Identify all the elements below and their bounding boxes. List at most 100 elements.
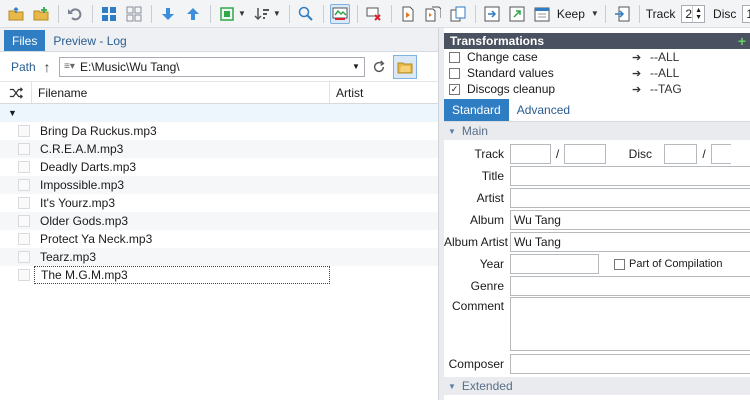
artist-row: Artist (444, 187, 750, 209)
tab-advanced[interactable]: Advanced (509, 99, 578, 121)
transformation-row[interactable]: Standard values ➔ --ALL (444, 65, 750, 81)
frame-dropdown-caret-icon[interactable]: ▼ (238, 9, 246, 18)
tag-panel: Transformations + Change case ➔ --ALL St… (444, 33, 750, 400)
filename-cell[interactable]: Deadly Darts.mp3 (34, 160, 330, 174)
artist-input[interactable] (510, 188, 750, 208)
filename-cell[interactable]: Tearz.mp3 (34, 250, 330, 264)
transformation-row[interactable]: ✓ Discogs cleanup ➔ --TAG (444, 81, 750, 97)
section-main-header[interactable]: ▼ Main (444, 122, 750, 140)
compilation-label: Part of Compilation (629, 258, 723, 270)
disc-number-input[interactable] (664, 144, 697, 164)
comment-textarea[interactable] (510, 297, 750, 351)
sort-dropdown-caret-icon[interactable]: ▼ (273, 9, 281, 18)
composer-input[interactable] (510, 354, 750, 374)
sort-icon[interactable] (252, 4, 272, 24)
album-artist-input[interactable]: Wu Tang (510, 232, 750, 252)
filename-cell[interactable]: It's Yourz.mp3 (34, 196, 330, 210)
arrow-down-icon[interactable] (158, 4, 178, 24)
triangle-down-icon[interactable]: ▼ (448, 127, 456, 136)
transformation-checkbox[interactable] (449, 67, 460, 79)
table-row[interactable]: C.R.E.A.M.mp3 (0, 140, 438, 158)
filename-cell[interactable]: Older Gods.mp3 (34, 214, 330, 228)
filename-cell[interactable]: Protect Ya Neck.mp3 (34, 232, 330, 246)
compilation-checkbox[interactable] (614, 258, 625, 270)
add-transformation-icon[interactable]: + (738, 33, 746, 49)
calendar-icon[interactable] (532, 4, 552, 24)
import-icon[interactable] (482, 4, 502, 24)
column-header-filename[interactable]: Filename (32, 82, 330, 103)
disc-total-input[interactable] (711, 144, 731, 164)
transformation-checkbox-checked[interactable]: ✓ (449, 83, 460, 95)
transformation-target: --TAG (650, 82, 682, 96)
album-input[interactable]: Wu Tang (510, 210, 750, 230)
shuffle-icon[interactable] (0, 82, 32, 103)
path-history-icon[interactable]: ≡▾ (64, 61, 80, 72)
convert-tag-icon[interactable] (423, 4, 443, 24)
year-row: Year Part of Compilation (444, 253, 750, 275)
toolbar-separator (356, 4, 358, 23)
table-row[interactable]: Impossible.mp3 (0, 176, 438, 194)
tab-preview-log[interactable]: Preview - Log (45, 30, 134, 51)
year-input[interactable] (510, 254, 599, 274)
disc-stepper[interactable]: 1 (742, 4, 750, 23)
path-input[interactable]: ≡▾ E:\Music\Wu Tang\ ▼ (59, 56, 365, 77)
stepper-arrows-icon[interactable]: ▲ ▼ (692, 5, 704, 22)
file-icon (0, 269, 34, 281)
disc-stepper-value[interactable]: 1 (743, 7, 750, 21)
triangle-down-icon[interactable]: ▼ (8, 108, 17, 118)
composer-label: Composer (448, 357, 504, 371)
genre-input[interactable] (510, 276, 750, 296)
add-folder-icon[interactable] (31, 4, 51, 24)
arrow-up-icon[interactable]: ↑ (39, 59, 55, 75)
filename-cell[interactable]: Impossible.mp3 (34, 178, 330, 192)
chevron-down-icon[interactable]: ▼ (348, 62, 364, 71)
filename-cell[interactable]: The M.G.M.mp3 (34, 266, 330, 284)
track-total-input[interactable] (564, 144, 606, 164)
remove-tag-icon[interactable] (364, 4, 384, 24)
tag-sources-icon[interactable] (329, 3, 350, 24)
transformation-name: Change case (467, 50, 538, 64)
filename-cell[interactable]: C.R.E.A.M.mp3 (34, 142, 330, 156)
section-extended-header[interactable]: ▼ Extended (444, 377, 750, 395)
open-folder-icon[interactable] (6, 4, 26, 24)
track-stepper-value[interactable]: 2 (682, 7, 692, 21)
convert-file-icon[interactable] (398, 4, 418, 24)
triangle-down-icon[interactable]: ▼ (448, 382, 456, 391)
table-row[interactable]: It's Yourz.mp3 (0, 194, 438, 212)
table-row[interactable]: Tearz.mp3 (0, 248, 438, 266)
undo-icon[interactable] (65, 4, 85, 24)
export-icon[interactable] (507, 4, 527, 24)
tab-files[interactable]: Files (4, 30, 46, 51)
auto-number-icon[interactable] (612, 4, 632, 24)
section-main-label: Main (461, 124, 488, 138)
column-header-artist[interactable]: Artist (330, 82, 438, 103)
path-value[interactable]: E:\Music\Wu Tang\ (80, 60, 348, 74)
track-stepper[interactable]: 2 ▲ ▼ (681, 4, 706, 23)
arrow-up-icon[interactable] (183, 4, 203, 24)
transformation-row[interactable]: Change case ➔ --ALL (444, 49, 750, 65)
transformation-checkbox[interactable] (449, 51, 460, 63)
tab-standard[interactable]: Standard (444, 99, 509, 121)
group-expander-row[interactable]: ▼ (0, 104, 438, 122)
search-icon[interactable] (296, 4, 316, 24)
table-row[interactable]: Deadly Darts.mp3 (0, 158, 438, 176)
copy-tag-icon[interactable] (448, 4, 468, 24)
table-row[interactable]: Older Gods.mp3 (0, 212, 438, 230)
track-number-input[interactable] (510, 144, 551, 164)
file-icon (0, 143, 34, 155)
table-row-focused[interactable]: The M.G.M.mp3 (0, 266, 438, 284)
select-all-icon[interactable] (99, 4, 119, 24)
filename-cell[interactable]: Bring Da Ruckus.mp3 (34, 124, 330, 138)
file-icon (0, 215, 34, 227)
deselect-icon[interactable] (124, 4, 144, 24)
frame-select-icon[interactable] (217, 4, 237, 24)
title-input[interactable] (510, 166, 750, 186)
file-icon (0, 161, 34, 173)
refresh-icon[interactable] (369, 57, 389, 77)
table-row[interactable]: Bring Da Ruckus.mp3 (0, 122, 438, 140)
browse-folder-icon[interactable] (393, 54, 417, 79)
genre-label: Genre (470, 279, 504, 293)
table-row[interactable]: Protect Ya Neck.mp3 (0, 230, 438, 248)
keep-dropdown-caret-icon[interactable]: ▼ (591, 9, 599, 18)
keep-label[interactable]: Keep (557, 7, 585, 21)
